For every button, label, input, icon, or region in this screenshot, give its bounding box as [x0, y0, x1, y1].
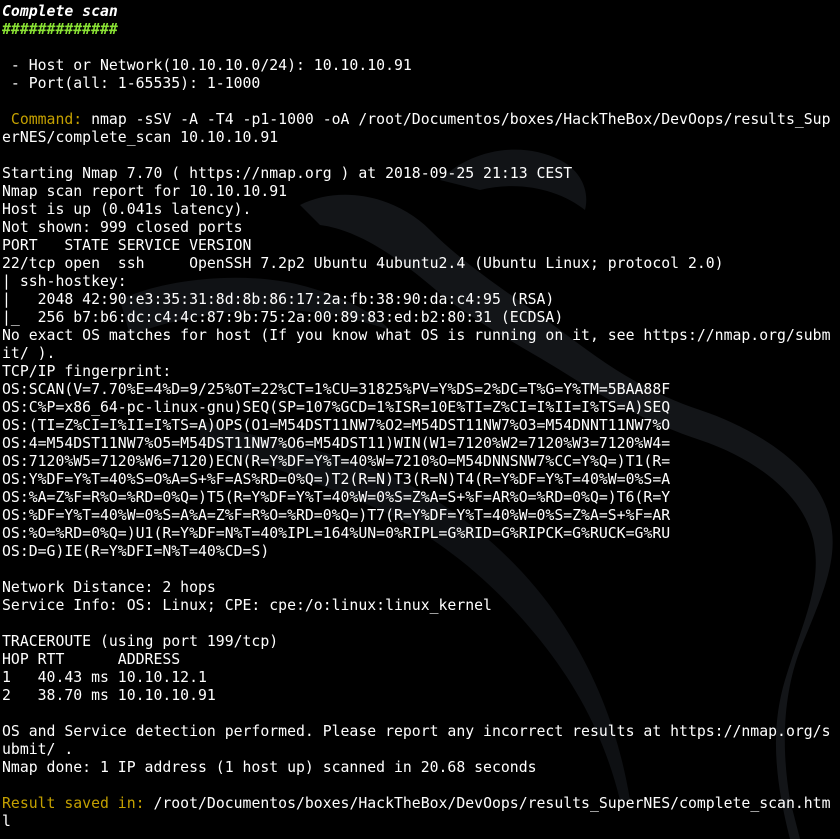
output-line: OS and Service detection performed. Plea… — [2, 723, 831, 740]
output-line: OS:D=G)IE(R=Y%DFI=N%T=40%CD=S) — [2, 543, 270, 560]
output-line: OS:Y%DF=Y%T=40%S=O%A=S+%F=AS%RD=0%Q=)T2(… — [2, 471, 671, 488]
output-line: OS:(TI=Z%CI=I%II=I%TS=A)OPS(O1=M54DST11N… — [2, 417, 671, 434]
output-line: 22/tcp open ssh OpenSSH 7.2p2 Ubuntu 4ub… — [2, 255, 724, 272]
command-label: Command: — [2, 111, 83, 128]
output-line: OS:SCAN(V=7.70%E=4%D=9/25%OT=22%CT=1%CU=… — [2, 381, 671, 398]
scan-title-underline: ############# — [2, 21, 118, 38]
output-line: Nmap scan report for 10.10.10.91 — [2, 183, 288, 200]
output-line: TRACEROUTE (using port 199/tcp) — [2, 633, 279, 650]
terminal-output: Complete scan ############# - Host or Ne… — [0, 0, 840, 831]
result-label: Result saved in: — [2, 795, 145, 812]
output-line: |_ 256 b7:b6:dc:c4:4c:87:9b:75:2a:00:89:… — [2, 309, 564, 326]
output-line: | ssh-hostkey: — [2, 273, 136, 290]
output-line: OS:7120%W5=7120%W6=7120)ECN(R=Y%DF=Y%T=4… — [2, 453, 671, 470]
output-line: No exact OS matches for host (If you kno… — [2, 327, 831, 344]
result-path: /root/Documentos/boxes/HackTheBox/DevOop… — [144, 795, 831, 812]
output-line: OS:C%P=x86_64-pc-linux-gnu)SEQ(SP=107%GC… — [2, 399, 671, 416]
nmap-output: Starting Nmap 7.70 ( https://nmap.org ) … — [2, 165, 840, 777]
output-line: Host is up (0.041s latency). — [2, 201, 252, 218]
scan-title: Complete scan — [2, 3, 118, 20]
output-line: OS:%DF=Y%T=40%W=0%S=A%A=Z%F=R%O=%RD=0%Q=… — [2, 507, 671, 524]
output-line: OS:4=M54DST11NW7%O5=M54DST11NW7%O6=M54DS… — [2, 435, 671, 452]
output-line: it/ ). — [2, 345, 56, 362]
output-line: OS:%O=%RD=0%Q=)U1(R=Y%DF=N%T=40%IPL=164%… — [2, 525, 671, 542]
output-line: HOP RTT ADDRESS — [2, 651, 181, 668]
terminal-window[interactable]: Complete scan ############# - Host or Ne… — [0, 0, 840, 839]
output-line: 1 40.43 ms 10.10.12.1 — [2, 669, 207, 686]
output-line: | 2048 42:90:e3:35:31:8d:8b:86:17:2a:fb:… — [2, 291, 555, 308]
output-line: ubmit/ . — [2, 741, 74, 758]
output-line: TCP/IP fingerprint: — [2, 363, 172, 380]
command-text: nmap -sSV -A -T4 -p1-1000 -oA /root/Docu… — [82, 111, 831, 128]
output-line: PORT STATE SERVICE VERSION — [2, 237, 252, 254]
output-line: OS:%A=Z%F=R%O=%RD=0%Q=)T5(R=Y%DF=Y%T=40%… — [2, 489, 671, 506]
port-prompt-line: - Port(all: 1-65535): 1-1000 — [2, 75, 261, 92]
host-prompt-line: - Host or Network(10.10.10.0/24): 10.10.… — [2, 57, 412, 74]
output-line: Nmap done: 1 IP address (1 host up) scan… — [2, 759, 537, 776]
result-line-continued: l — [2, 813, 11, 830]
command-line-continued: erNES/complete_scan 10.10.10.91 — [2, 129, 279, 146]
output-line: 2 38.70 ms 10.10.10.91 — [2, 687, 216, 704]
result-line: Result saved in: /root/Documentos/boxes/… — [2, 795, 840, 813]
output-line: Network Distance: 2 hops — [2, 579, 216, 596]
command-line: Command: nmap -sSV -A -T4 -p1-1000 -oA /… — [2, 111, 840, 129]
output-line: Not shown: 999 closed ports — [2, 219, 243, 236]
output-line: Starting Nmap 7.70 ( https://nmap.org ) … — [2, 165, 573, 182]
output-line: Service Info: OS: Linux; CPE: cpe:/o:lin… — [2, 597, 492, 614]
